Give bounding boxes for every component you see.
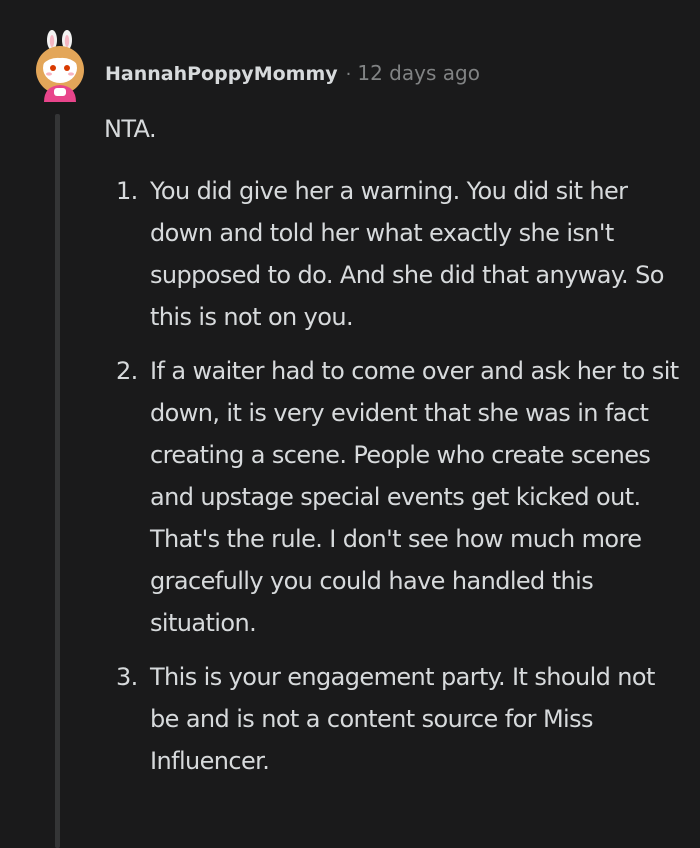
comment-meta: HannahPoppyMommy · 12 days ago — [105, 57, 480, 89]
user-avatar[interactable] — [30, 30, 92, 102]
comment: HannahPoppyMommy · 12 days ago NTA. 1. You… — [0, 0, 700, 848]
list-item: 1. You did give her a warning. You did s… — [104, 170, 684, 338]
comment-intro: NTA. — [104, 115, 157, 143]
list-item-text: You did give her a warning. You did sit … — [150, 177, 664, 331]
comment-body: NTA. 1. You did give her a warning. You … — [104, 108, 684, 794]
numbered-list: 1. You did give her a warning. You did s… — [104, 170, 684, 782]
timestamp[interactable]: 12 days ago — [357, 61, 480, 85]
list-number: 1. — [116, 177, 138, 205]
list-item: 2. If a waiter had to come over and ask … — [104, 350, 684, 644]
snoo-bunny-avatar-icon — [36, 30, 84, 102]
meta-separator: · — [345, 64, 352, 85]
list-item-text: This is your engagement party. It should… — [150, 663, 655, 775]
list-item: 3. This is your engagement party. It sho… — [104, 656, 684, 782]
list-item-text: If a waiter had to come over and ask her… — [150, 357, 679, 637]
list-number: 2. — [116, 357, 138, 385]
username-link[interactable]: HannahPoppyMommy — [105, 63, 338, 85]
list-number: 3. — [116, 663, 138, 691]
thread-collapse-line[interactable] — [55, 114, 60, 848]
